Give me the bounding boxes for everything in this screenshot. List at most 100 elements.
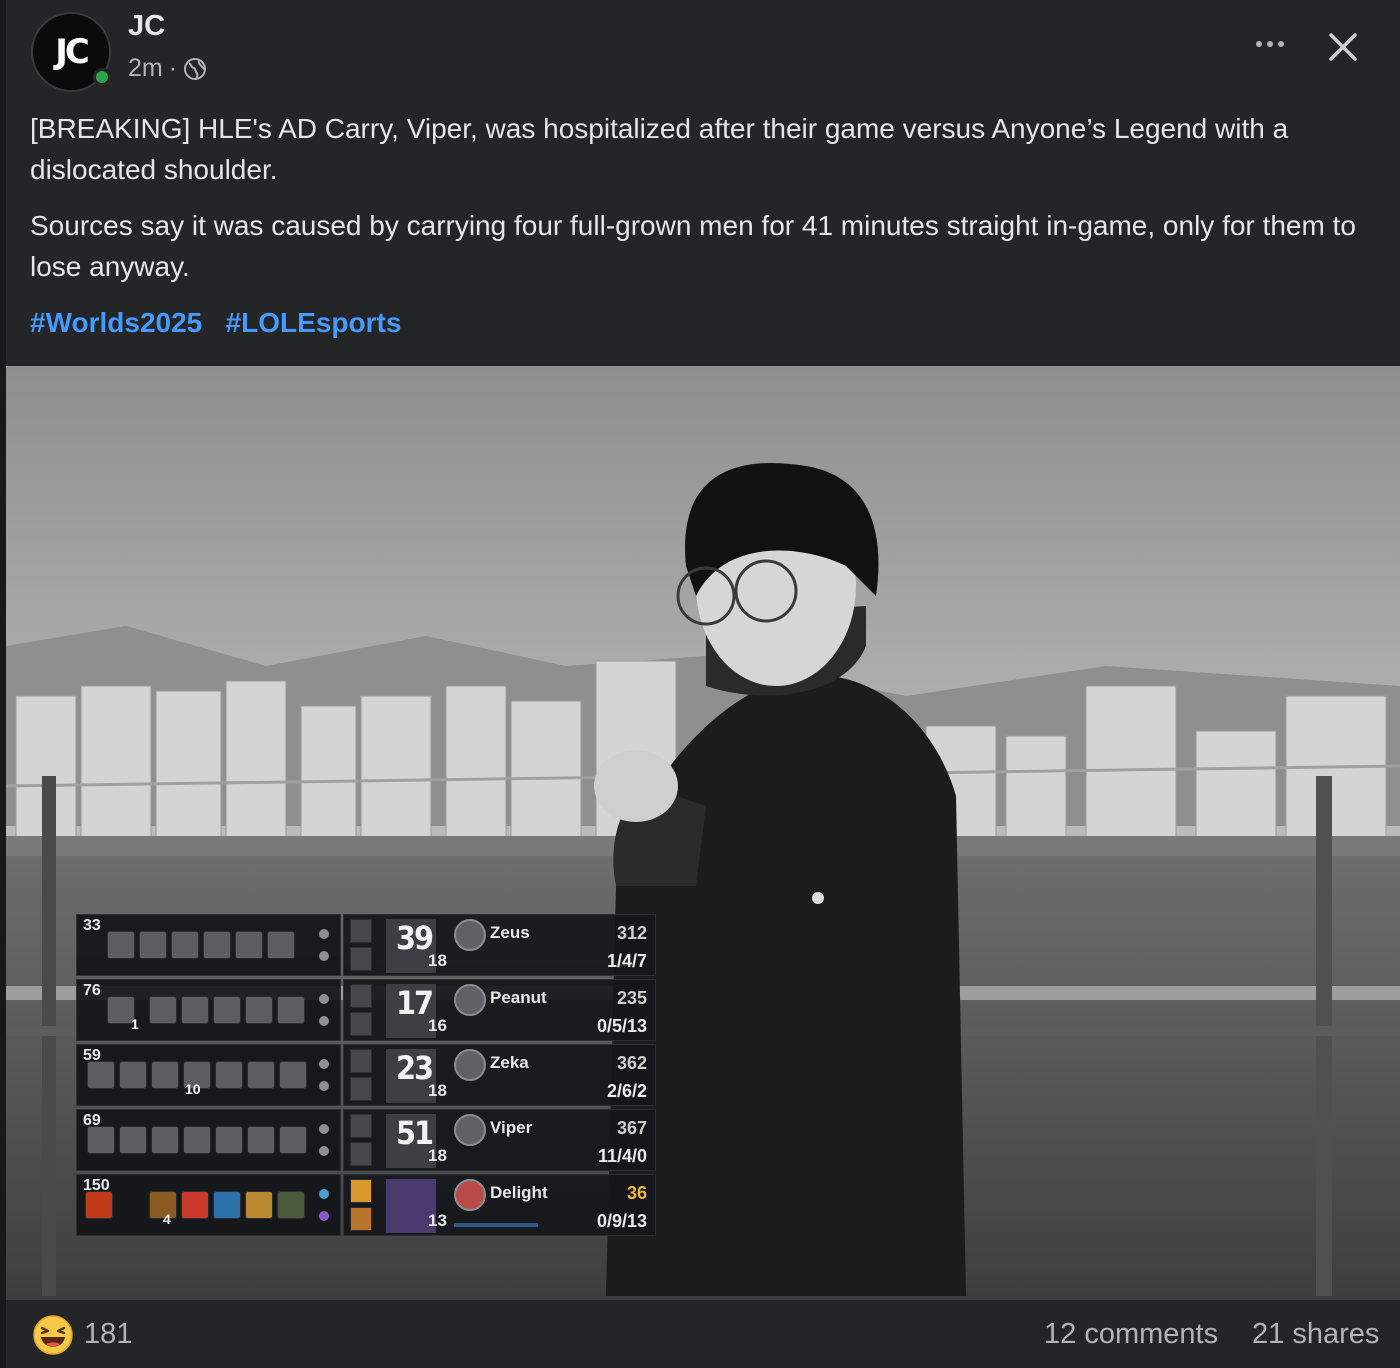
item-stack-count: 4 xyxy=(163,1211,171,1227)
summoner-spell-icon xyxy=(350,1012,372,1036)
post-paragraph: Sources say it was caused by carrying fo… xyxy=(30,210,1356,282)
item-icon xyxy=(85,1191,113,1219)
trinket-icon xyxy=(319,1081,329,1091)
hashtags: #Worlds2025 #LOLEsports xyxy=(30,302,401,343)
post-time[interactable]: 2m xyxy=(128,54,163,83)
item-icon xyxy=(247,1061,275,1089)
hashtag-link[interactable]: #LOLEsports xyxy=(226,307,402,338)
rune-icon xyxy=(454,1114,486,1146)
post-footer: 181 12 comments 21 shares xyxy=(6,1300,1400,1368)
item-icon xyxy=(245,996,273,1024)
kda: 2/6/2 xyxy=(606,1081,647,1101)
items-cell: 33 xyxy=(76,914,341,976)
post-card: JC JC 2m · [BREAKING] HLE's AD Carry, Vi… xyxy=(6,0,1400,1368)
item-icon xyxy=(279,1061,307,1089)
champion-number: 23 xyxy=(396,1049,434,1087)
player-name: Peanut xyxy=(490,988,547,1007)
creep-score: 33 xyxy=(83,917,101,934)
hashtag-link[interactable]: #Worlds2025 xyxy=(30,307,202,338)
dot xyxy=(1256,41,1262,47)
post-photo[interactable]: 33 39 18 Zeus 312 1/4/7 76 1 17 16 Peanu… xyxy=(6,366,1400,1300)
creep-score: 76 xyxy=(83,982,101,999)
item-stack-count: 1 xyxy=(131,1016,139,1032)
player-name: Zeka xyxy=(490,1053,529,1072)
summoner-spell-icon xyxy=(350,1049,372,1073)
scoreboard-overlay: 33 39 18 Zeus 312 1/4/7 76 1 17 16 Peanu… xyxy=(76,914,656,1240)
rune-icon xyxy=(454,919,486,951)
player-name: Zeus xyxy=(490,923,530,942)
gold-value: 36 xyxy=(626,1183,647,1203)
kda: 1/4/7 xyxy=(606,951,647,971)
trinket-icon xyxy=(319,1016,329,1026)
player-level: 18 xyxy=(428,951,447,970)
rune-icon xyxy=(454,1179,486,1211)
globe-icon[interactable] xyxy=(183,57,207,81)
champion-cell: 51 18 Viper 367 11/4/0 xyxy=(343,1109,656,1171)
scoreboard-row: 76 1 17 16 Peanut 235 0/5/13 xyxy=(76,979,656,1041)
hashtag-space xyxy=(210,307,218,338)
items-cell: 69 xyxy=(76,1109,341,1171)
close-icon[interactable] xyxy=(1322,26,1364,68)
items-cell: 150 4 xyxy=(76,1174,341,1236)
trinket-icon xyxy=(319,1189,329,1199)
summoner-spell-icon xyxy=(350,984,372,1008)
trinket-icon xyxy=(319,929,329,939)
item-icon xyxy=(183,1126,211,1154)
champion-number: 51 xyxy=(396,1114,434,1152)
gold-value: 235 xyxy=(616,988,647,1008)
item-icon xyxy=(171,931,199,959)
champion-number: 39 xyxy=(396,919,434,957)
item-icon xyxy=(119,1126,147,1154)
scoreboard-row: 33 39 18 Zeus 312 1/4/7 xyxy=(76,914,656,976)
scoreboard-row: 69 51 18 Viper 367 11/4/0 xyxy=(76,1109,656,1171)
item-icon xyxy=(181,1191,209,1219)
item-icon xyxy=(279,1126,307,1154)
trinket-icon xyxy=(319,1146,329,1156)
gold-value: 362 xyxy=(616,1053,647,1073)
item-stack-count: 10 xyxy=(185,1081,201,1097)
post-meta: 2m · xyxy=(128,54,207,83)
more-options-icon[interactable] xyxy=(1250,28,1290,60)
player-name: Viper xyxy=(490,1118,533,1137)
item-icon xyxy=(151,1126,179,1154)
item-icon xyxy=(149,996,177,1024)
rune-icon xyxy=(454,984,486,1016)
comments-count[interactable]: 12 comments xyxy=(1044,1318,1218,1351)
post-paragraph: [BREAKING] HLE's AD Carry, Viper, was ho… xyxy=(30,113,1289,185)
champion-number: 17 xyxy=(396,984,434,1022)
summoner-spell-icon xyxy=(350,1179,372,1203)
items-cell: 76 1 xyxy=(76,979,341,1041)
item-icon xyxy=(151,1061,179,1089)
item-icon xyxy=(277,1191,305,1219)
player-level: 16 xyxy=(428,1016,447,1035)
champion-cell: 23 18 Zeka 362 2/6/2 xyxy=(343,1044,656,1106)
trinket-icon xyxy=(319,951,329,961)
trinket-icon xyxy=(319,994,329,1004)
gold-value: 312 xyxy=(616,923,647,943)
kda: 11/4/0 xyxy=(597,1146,647,1166)
summoner-spell-icon xyxy=(350,1207,372,1231)
author-name[interactable]: JC xyxy=(128,10,165,43)
shares-count[interactable]: 21 shares xyxy=(1252,1318,1379,1351)
item-icon xyxy=(87,1061,115,1089)
gold-value: 367 xyxy=(616,1118,647,1138)
summoner-spell-icon xyxy=(350,919,372,943)
kda: 0/9/13 xyxy=(596,1211,647,1231)
item-icon xyxy=(107,931,135,959)
meta-separator: · xyxy=(168,54,178,82)
online-status-dot xyxy=(93,68,111,86)
haha-reaction-icon[interactable] xyxy=(32,1314,74,1356)
item-icon xyxy=(245,1191,273,1219)
health-bar xyxy=(454,1223,538,1227)
reaction-count[interactable]: 181 xyxy=(84,1318,132,1351)
item-icon xyxy=(215,1061,243,1089)
item-icon xyxy=(215,1126,243,1154)
champion-cell: 13 Delight 36 0/9/13 xyxy=(343,1174,656,1236)
player-level: 18 xyxy=(428,1081,447,1100)
item-icon xyxy=(119,1061,147,1089)
player-level: 13 xyxy=(428,1211,447,1230)
item-icon xyxy=(235,931,263,959)
summoner-spell-icon xyxy=(350,947,372,971)
item-icon xyxy=(139,931,167,959)
item-icon xyxy=(181,996,209,1024)
